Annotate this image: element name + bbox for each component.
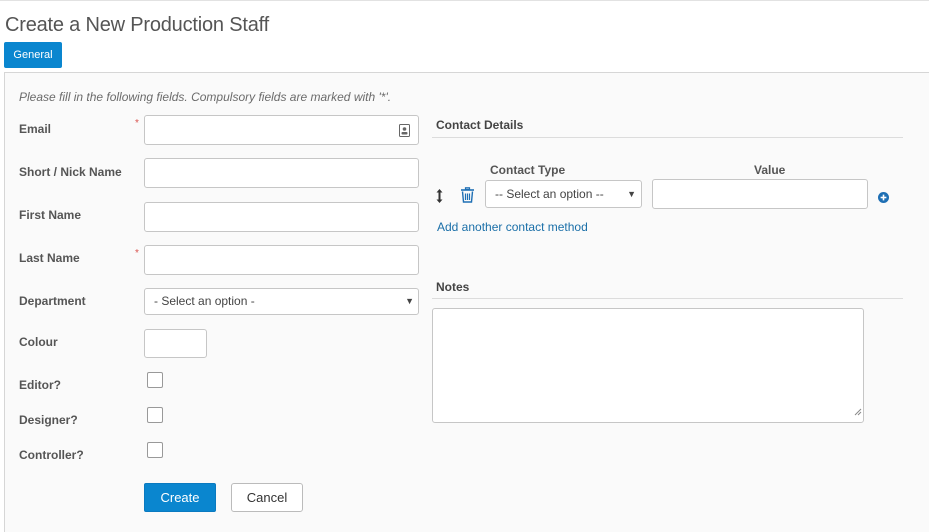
trash-icon[interactable]	[460, 187, 475, 208]
add-contact-method-link[interactable]: Add another contact method	[437, 220, 588, 234]
caret-down-icon: ▼	[405, 296, 414, 306]
short-name-label: Short / Nick Name	[19, 165, 122, 179]
controller-checkbox[interactable]	[147, 442, 163, 458]
department-select[interactable]: - Select an option - ▼	[144, 288, 419, 315]
contact-type-selected-value: -- Select an option --	[495, 187, 604, 201]
contact-card-icon[interactable]	[399, 124, 410, 142]
designer-checkbox[interactable]	[147, 407, 163, 423]
email-input[interactable]	[144, 115, 419, 145]
create-button[interactable]: Create	[144, 483, 216, 512]
last-name-input[interactable]	[144, 245, 419, 275]
first-name-input[interactable]	[144, 202, 419, 232]
contact-details-divider	[432, 137, 903, 138]
notes-textarea[interactable]	[432, 308, 864, 423]
colour-label: Colour	[19, 335, 58, 349]
notes-title: Notes	[436, 280, 470, 294]
form-panel	[4, 72, 929, 532]
resize-handle-icon[interactable]	[854, 403, 862, 421]
contact-value-input[interactable]	[652, 179, 868, 209]
notes-divider	[432, 298, 903, 299]
page-title: Create a New Production Staff	[5, 14, 269, 36]
controller-label: Controller?	[19, 448, 84, 462]
contact-type-header: Contact Type	[490, 163, 566, 177]
last-name-label: Last Name	[19, 251, 80, 265]
cancel-button[interactable]: Cancel	[231, 483, 303, 512]
form-hint: Please fill in the following fields. Com…	[19, 90, 392, 104]
tab-general[interactable]: General	[4, 42, 62, 68]
editor-checkbox[interactable]	[147, 372, 163, 388]
designer-label: Designer?	[19, 413, 78, 427]
contact-type-select[interactable]: -- Select an option -- ▼	[485, 180, 642, 208]
last-name-required-marker: *	[135, 248, 139, 259]
editor-label: Editor?	[19, 378, 61, 392]
top-divider	[0, 0, 929, 1]
drag-handle-icon[interactable]	[435, 188, 444, 209]
add-circle-icon[interactable]	[878, 190, 889, 208]
first-name-label: First Name	[19, 208, 82, 222]
email-required-marker: *	[135, 118, 139, 129]
department-selected-value: - Select an option -	[154, 294, 255, 308]
short-name-input[interactable]	[144, 158, 419, 188]
email-label: Email	[19, 122, 52, 136]
contact-value-header: Value	[754, 163, 786, 177]
department-label: Department	[19, 294, 86, 308]
caret-down-icon: ▼	[627, 189, 636, 199]
contact-details-title: Contact Details	[436, 118, 524, 132]
colour-input[interactable]	[144, 329, 207, 358]
